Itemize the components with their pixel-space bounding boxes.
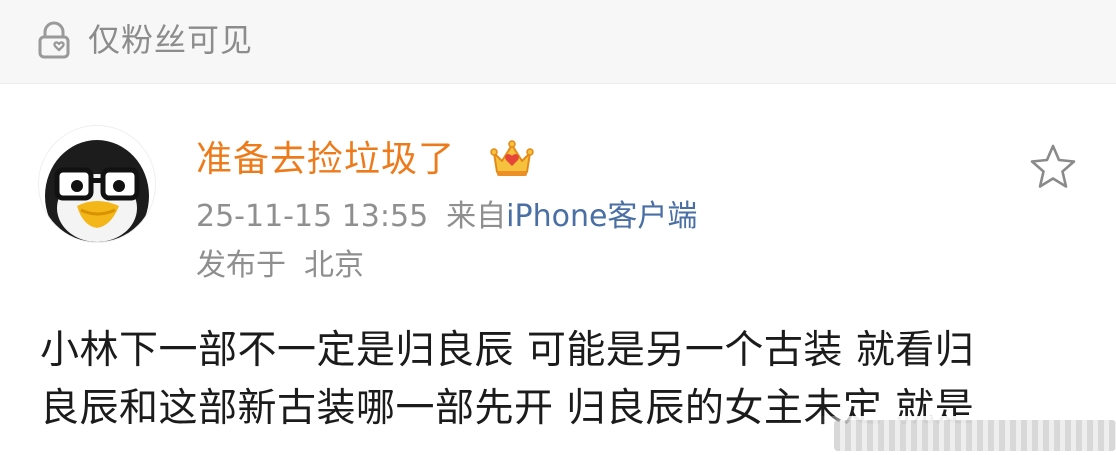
favorite-button[interactable] xyxy=(1027,141,1079,193)
avatar[interactable] xyxy=(39,126,155,242)
post-meta: 25-11-15 13:55 来自iPhone客户端 xyxy=(196,197,697,237)
watermark-texture xyxy=(834,420,1116,451)
author-name[interactable]: 准备去捡垃圾了 xyxy=(196,136,455,184)
visibility-label: 仅粉丝可见 xyxy=(88,21,254,59)
source-link[interactable]: iPhone客户端 xyxy=(506,199,697,234)
location-prefix: 发布于 xyxy=(196,248,286,283)
watermark xyxy=(820,416,1116,455)
lock-heart-icon xyxy=(34,20,74,60)
post-body-line: 小林下一部不一定是归良辰 可能是另一个古装 就看归 xyxy=(40,328,975,373)
post-timestamp: 25-11-15 13:55 xyxy=(196,199,429,234)
visibility-bar: 仅粉丝可见 xyxy=(0,0,1116,84)
location-value: 北京 xyxy=(304,248,364,283)
source-prefix: 来自 xyxy=(446,199,507,234)
post-location: 发布于 北京 xyxy=(196,246,364,286)
crown-icon xyxy=(490,139,534,179)
star-outline-icon xyxy=(1027,144,1079,197)
